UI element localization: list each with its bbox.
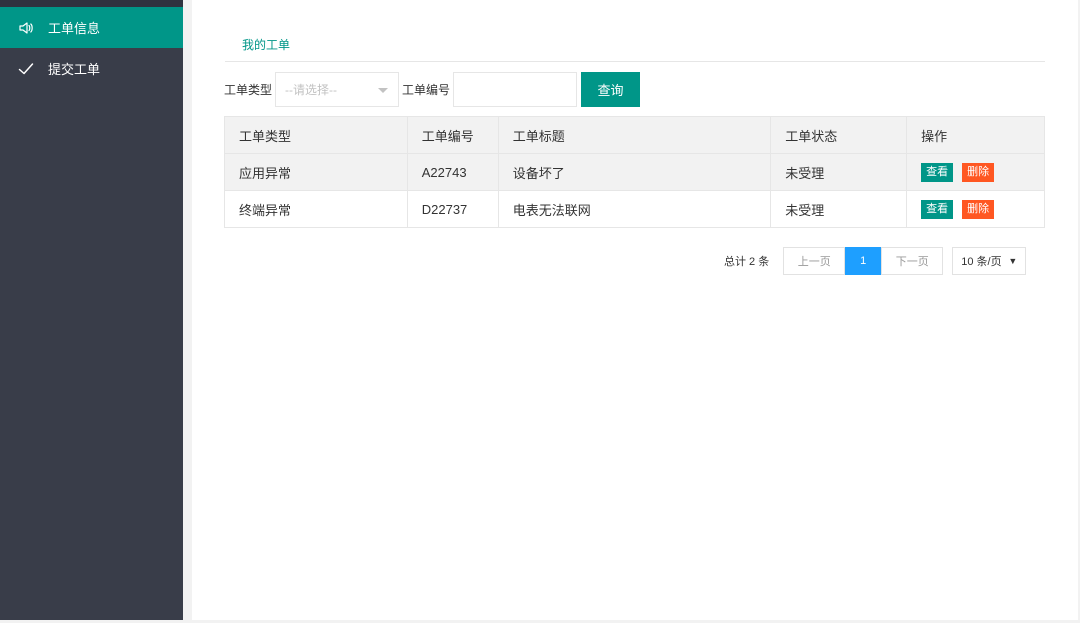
cell-status: 未受理	[770, 153, 908, 191]
sidebar-item-ticket-info[interactable]: 工单信息	[0, 7, 183, 48]
view-button[interactable]: 查看	[921, 199, 954, 219]
table-header-row: 工单类型 工单编号 工单标题 工单状态 操作	[224, 116, 1045, 154]
number-label: 工单编号	[402, 83, 451, 97]
column-header: 操作	[906, 116, 1045, 154]
pagination: 总计 2 条 上一页 1 下一页 10 条/页 ▼	[724, 247, 1027, 275]
orders-table: 工单类型 工单编号 工单标题 工单状态 操作 应用异常 A22743 设备坏了 …	[224, 116, 1045, 228]
tab-my-orders[interactable]: 我的工单	[242, 36, 290, 53]
caret-down-icon: ▼	[1008, 256, 1018, 266]
type-select[interactable]: --请选择--	[275, 72, 400, 107]
speaker-icon	[18, 20, 34, 36]
column-header: 工单类型	[224, 116, 408, 154]
cell-number: D22737	[406, 190, 499, 228]
total-count: 总计 2 条	[724, 256, 770, 268]
current-page-button[interactable]: 1	[845, 247, 882, 275]
sidebar-top-strip	[0, 0, 183, 7]
cell-status: 未受理	[770, 190, 908, 228]
type-label: 工单类型	[224, 83, 273, 97]
page-size-value: 10 条/页	[961, 256, 1002, 268]
app-root: 工单信息 提交工单 我的工单 工单类型 --请选择-- 工单编号 查询 工单类型…	[0, 0, 1080, 623]
column-header: 工单标题	[497, 116, 772, 154]
next-page-button[interactable]: 下一页	[881, 247, 944, 275]
caret-down-icon	[378, 88, 389, 93]
prev-page-button[interactable]: 上一页	[783, 247, 846, 275]
column-header: 工单状态	[770, 116, 908, 154]
page-size-select[interactable]: 10 条/页 ▼	[952, 247, 1027, 275]
cell-actions: 查看 删除	[906, 153, 1045, 191]
check-icon	[18, 61, 34, 77]
query-button[interactable]: 查询	[581, 72, 641, 107]
delete-button[interactable]: 删除	[962, 199, 995, 219]
cell-type: 应用异常	[224, 153, 408, 191]
type-select-placeholder: --请选择--	[285, 83, 338, 97]
number-input[interactable]	[453, 72, 578, 107]
sidebar-item-label: 工单信息	[48, 21, 101, 36]
sidebar-item-label: 提交工单	[48, 62, 101, 77]
cell-actions: 查看 删除	[906, 190, 1045, 228]
cell-title: 电表无法联网	[497, 190, 772, 228]
cell-title: 设备坏了	[497, 153, 772, 191]
main-panel: 我的工单 工单类型 --请选择-- 工单编号 查询 工单类型 工单编号 工单标题…	[192, 0, 1078, 620]
sidebar: 工单信息 提交工单	[0, 0, 183, 620]
sidebar-item-submit-ticket[interactable]: 提交工单	[0, 48, 183, 89]
cell-type: 终端异常	[224, 190, 408, 228]
search-form: 工单类型 --请选择-- 工单编号 查询	[224, 72, 641, 107]
tab-bar: 我的工单	[225, 24, 1045, 62]
view-button[interactable]: 查看	[921, 162, 954, 182]
table-row: 终端异常 D22737 电表无法联网 未受理 查看 删除	[224, 190, 1045, 228]
table-row: 应用异常 A22743 设备坏了 未受理 查看 删除	[224, 153, 1045, 191]
cell-number: A22743	[406, 153, 499, 191]
delete-button[interactable]: 删除	[962, 162, 995, 182]
column-header: 工单编号	[406, 116, 499, 154]
